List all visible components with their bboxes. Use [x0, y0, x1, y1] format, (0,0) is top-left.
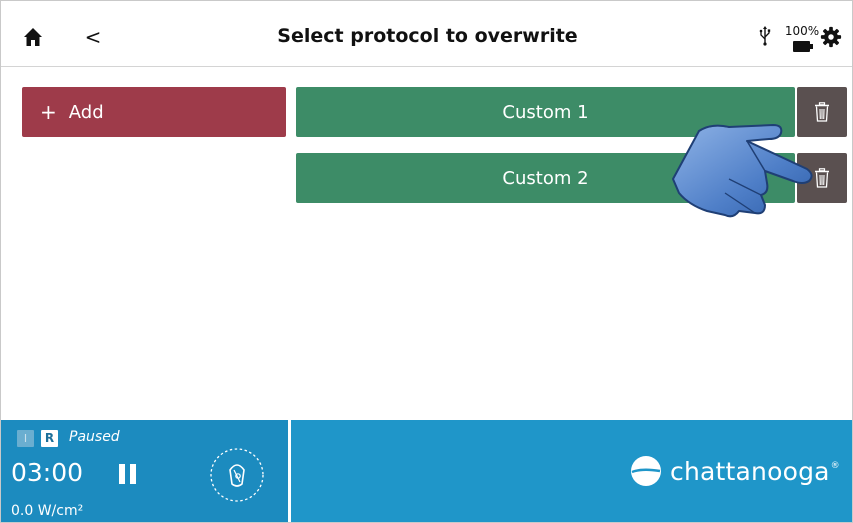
protocol-label: Custom 1: [502, 101, 589, 123]
chattanooga-logo-icon: [631, 456, 661, 486]
treatment-status-panel[interactable]: I R Paused 03:00 0.0 W/cm²: [1, 420, 288, 522]
top-bar: < Select protocol to overwrite 100%: [1, 1, 852, 67]
brand-logo: chattanooga ®: [630, 453, 850, 489]
brand-name: chattanooga: [670, 456, 830, 486]
add-button[interactable]: + Add: [22, 87, 286, 137]
timer: 03:00: [11, 458, 84, 487]
usb-icon: [759, 26, 771, 46]
registered-mark: ®: [830, 461, 840, 471]
intensity-readout: 0.0 W/cm²: [11, 503, 84, 519]
brand-panel: chattanooga ®: [291, 420, 852, 522]
page-title: Select protocol to overwrite: [277, 25, 578, 47]
gear-icon: [820, 26, 842, 48]
pause-button[interactable]: [119, 464, 137, 484]
plus-icon: +: [40, 100, 57, 124]
pointing-hand-icon: [672, 124, 813, 218]
protocol-label: Custom 2: [502, 167, 589, 189]
add-label: Add: [68, 101, 104, 123]
device-screen: < Select protocol to overwrite 100% + Ad…: [0, 0, 853, 523]
applicator-icon[interactable]: [208, 446, 266, 504]
usb-status: [759, 26, 771, 50]
status-text: Paused: [69, 429, 120, 445]
channel-indicator: I: [17, 430, 34, 447]
settings-button[interactable]: [815, 21, 847, 53]
mode-badge: R: [41, 430, 58, 447]
